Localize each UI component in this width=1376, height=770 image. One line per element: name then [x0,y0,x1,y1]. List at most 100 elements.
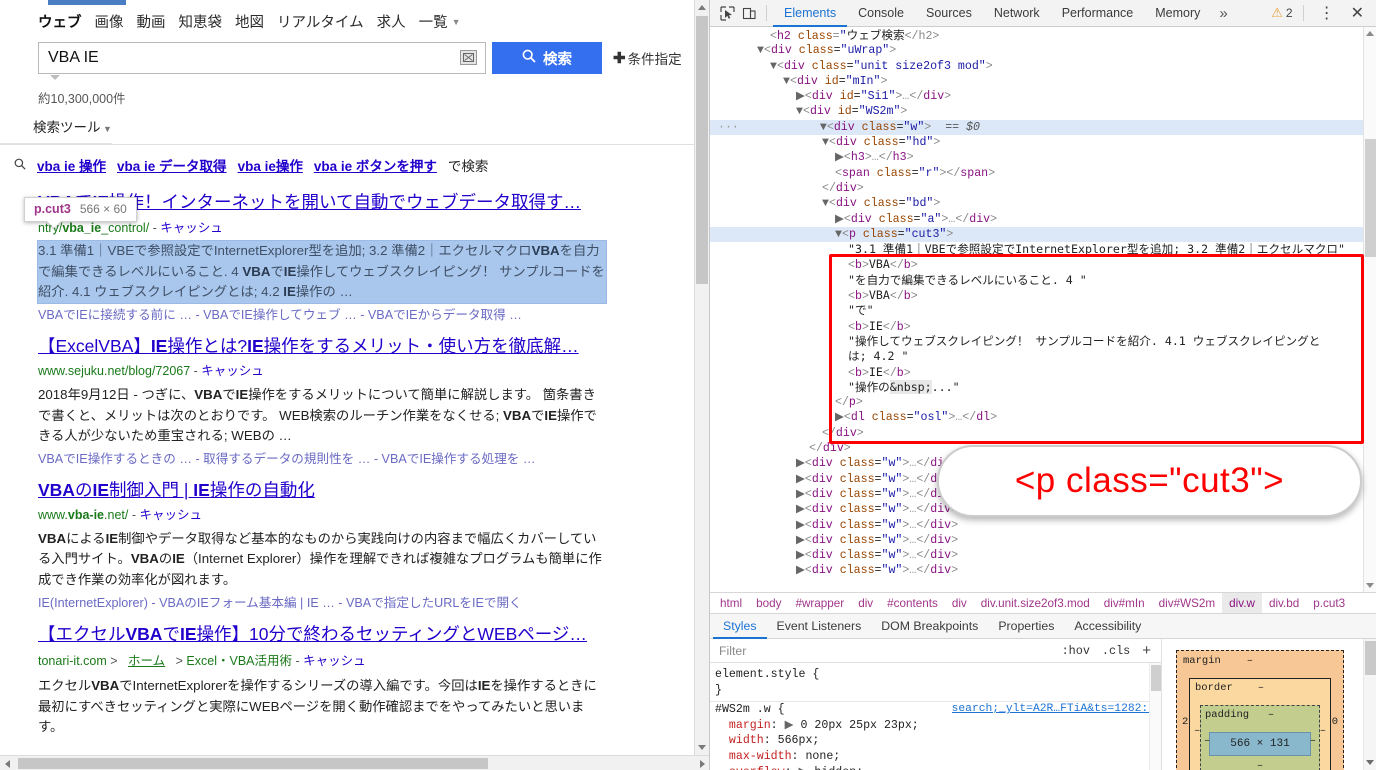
box-model-content-size[interactable]: 566 × 131 [1209,732,1311,756]
box-model-padding-top[interactable]: – [1268,709,1274,721]
box-model-padding[interactable]: padding – – – 566 × 131 – [1200,705,1320,770]
breadcrumb-item-wrapper[interactable]: #wrapper [788,593,851,613]
breadcrumb-item-div[interactable]: div [851,593,880,613]
css-decl-max-width[interactable]: max-width: none; [710,749,1161,765]
result-title-link[interactable]: 【ExcelVBA】IE操作とは?IE操作をするメリット・使い方を徹底解… [38,335,640,359]
breadcrumb-item-divw[interactable]: div.w [1222,593,1262,613]
box-model-border-right[interactable]: – [1320,725,1326,737]
tab-elements[interactable]: Elements [773,0,847,27]
dom-tree-line[interactable]: ▶<div class="w">…</div> [710,533,1376,548]
dom-tree-line[interactable]: ▼<div class="hd"> [710,135,1376,150]
tab-network[interactable]: Network [983,0,1051,27]
breadcrumb-item-unit[interactable]: div.unit.size2of3.mod [974,593,1097,613]
breadcrumb-item-contents[interactable]: #contents [880,593,945,613]
device-toolbar-icon[interactable] [738,2,760,24]
tab-performance[interactable]: Performance [1051,0,1145,27]
dom-tree-line[interactable]: <span class="r"></span> [710,166,1376,181]
search-tools-button[interactable]: 検索ツール ▼ [0,107,112,144]
tab-memory[interactable]: Memory [1144,0,1211,27]
tab-accessibility[interactable]: Accessibility [1064,613,1151,639]
result-title-link[interactable]: VBAのIE制御入門 | IE操作の自動化 [38,479,640,503]
box-model-padding-right[interactable]: – [1310,735,1316,747]
related-search-link-2[interactable]: vba ie データ取得 [117,155,227,175]
breadcrumb-item-html[interactable]: html [713,593,749,613]
tab-dom-breakpoints[interactable]: DOM Breakpoints [871,613,988,639]
dom-tree-line[interactable]: ▼<div class="unit size2of3 mod"> [710,59,1376,74]
related-search-link-1[interactable]: vba ie 操作 [37,155,106,175]
result-cache-link[interactable]: キャッシュ [303,654,366,668]
keyboard-icon[interactable] [460,50,477,65]
dom-tree-line[interactable]: は; 4.2 " [710,349,1376,364]
dom-tree-line[interactable]: ▶<dl class="osl">…</dl> [710,410,1376,425]
cls-toggle[interactable]: .cls [1096,644,1136,658]
box-model-border-top[interactable]: – [1258,682,1264,694]
breadcrumb-item-min[interactable]: div#mIn [1097,593,1152,613]
dom-tree-line[interactable]: "を自力で編集できるレベルにいること. 4 " [710,273,1376,288]
dom-tree-line[interactable]: ▼<div id="WS2m"> [710,104,1376,119]
box-model-margin[interactable]: margin – 23 20 border – – – [1176,650,1344,770]
result-cache-link[interactable]: キャッシュ [160,221,223,235]
scroll-down-icon[interactable] [698,745,706,750]
search-button[interactable]: 検索 [492,42,602,74]
page-horizontal-scrollbar[interactable] [0,755,709,770]
nav-tab-web[interactable]: ウェブ [38,11,82,32]
advanced-search-button[interactable]: ✚ 条件指定 [613,48,682,68]
dom-tree-line[interactable]: "操作の&nbsp;..." [710,379,1376,395]
dom-tree-line[interactable]: </div> [710,181,1376,196]
inspect-element-icon[interactable] [716,2,738,24]
result-cache-link[interactable]: キャッシュ [139,508,202,522]
breadcrumb-item-divbd[interactable]: div.bd [1262,593,1306,613]
dom-tree-line[interactable]: <h2 class="ウェブ検索</h2> [710,28,1376,43]
scrollbar-thumb[interactable] [1365,641,1376,675]
dom-tree-line[interactable]: ··· ▼<div class="w"> == $0 [710,119,1376,136]
dom-tree-line[interactable]: <b>IE</b> [710,319,1376,334]
result-breadcrumb-1[interactable]: ホーム [121,654,172,668]
css-decl-width[interactable]: width: 566px; [710,733,1161,749]
nav-tab-maps[interactable]: 地図 [235,11,264,32]
scrollbar-thumb[interactable] [1151,665,1161,691]
dom-tree-line[interactable]: "操作してウェブスクレイピング！ サンプルコードを紹介. 4.1 ウェブスクレイ… [710,334,1376,349]
result-cache-link[interactable]: キャッシュ [201,364,264,378]
scroll-left-icon[interactable] [5,760,10,768]
dom-tree-scrollbar[interactable] [1363,27,1376,592]
result-sublinks[interactable]: VBAでIE操作するときの … - 取得するデータの規則性を … - VBAでI… [38,450,640,469]
tab-properties[interactable]: Properties [988,613,1064,639]
scrollbar-thumb[interactable] [696,16,708,284]
new-style-rule-button[interactable]: + [1136,642,1157,659]
related-search-link-4[interactable]: vba ie ボタンを押す [314,155,437,175]
tab-event-listeners[interactable]: Event Listeners [767,613,872,639]
breadcrumb-item-div2[interactable]: div [945,593,974,613]
expand-arrow-icon[interactable]: ▶ [785,719,794,732]
css-decl-margin[interactable]: margin: ▶ 0 20px 25px 23px; [710,718,1161,734]
result-sublinks[interactable]: VBAでIEに接続する前に … - VBAでIE操作してウェブ … - VBAで… [38,306,640,325]
scrollbar-thumb[interactable] [1365,139,1376,257]
box-model-scrollbar[interactable] [1363,639,1376,770]
chevron-double-right-icon[interactable]: » [1211,5,1235,22]
dom-tree-line[interactable]: ▼<div id="mIn"> [710,74,1376,89]
hov-toggle[interactable]: :hov [1056,644,1096,658]
dom-tree-line[interactable]: "で" [710,303,1376,318]
dom-tree-line[interactable]: <b>IE</b> [710,365,1376,380]
dom-tree-line[interactable]: ▶<h3>…</h3> [710,150,1376,165]
dom-tree-line[interactable]: ▶<div id="Si1">…</div> [710,89,1376,104]
nav-tab-video[interactable]: 動画 [137,11,166,32]
search-box[interactable] [38,42,486,74]
nav-tab-chiebukuro[interactable]: 知恵袋 [179,11,223,32]
nav-tab-realtime[interactable]: リアルタイム [277,11,364,32]
breadcrumb-item-ws2m[interactable]: div#WS2m [1152,593,1223,613]
dom-tree-line[interactable]: </p> [710,395,1376,410]
warning-badge[interactable]: ⚠ 2 [1271,5,1292,21]
styles-filter-input[interactable]: Filter [719,644,746,658]
search-input[interactable] [39,44,439,72]
nav-tab-all[interactable]: 一覧 [419,11,448,32]
css-rule-source-link[interactable]: search;_ylt=A2R…FTiA&ts=1282:5 [952,702,1155,718]
breadcrumb-item-pcut3[interactable]: p.cut3 [1306,593,1352,613]
box-model-border[interactable]: border – – – padding – – – 566 × 131 – [1189,678,1331,770]
scroll-right-icon[interactable] [700,760,705,768]
close-icon[interactable]: ✕ [1345,3,1370,23]
scroll-up-icon[interactable] [698,5,706,10]
kebab-menu-icon[interactable]: ⋮ [1314,3,1341,23]
dom-tree-line[interactable]: <b>VBA</b> [710,257,1376,272]
dom-tree-line[interactable]: "3.1 準備1｜VBEで参照設定でInternetExplorer型を追加; … [710,242,1376,257]
box-model-padding-bottom[interactable]: – [1205,760,1315,770]
